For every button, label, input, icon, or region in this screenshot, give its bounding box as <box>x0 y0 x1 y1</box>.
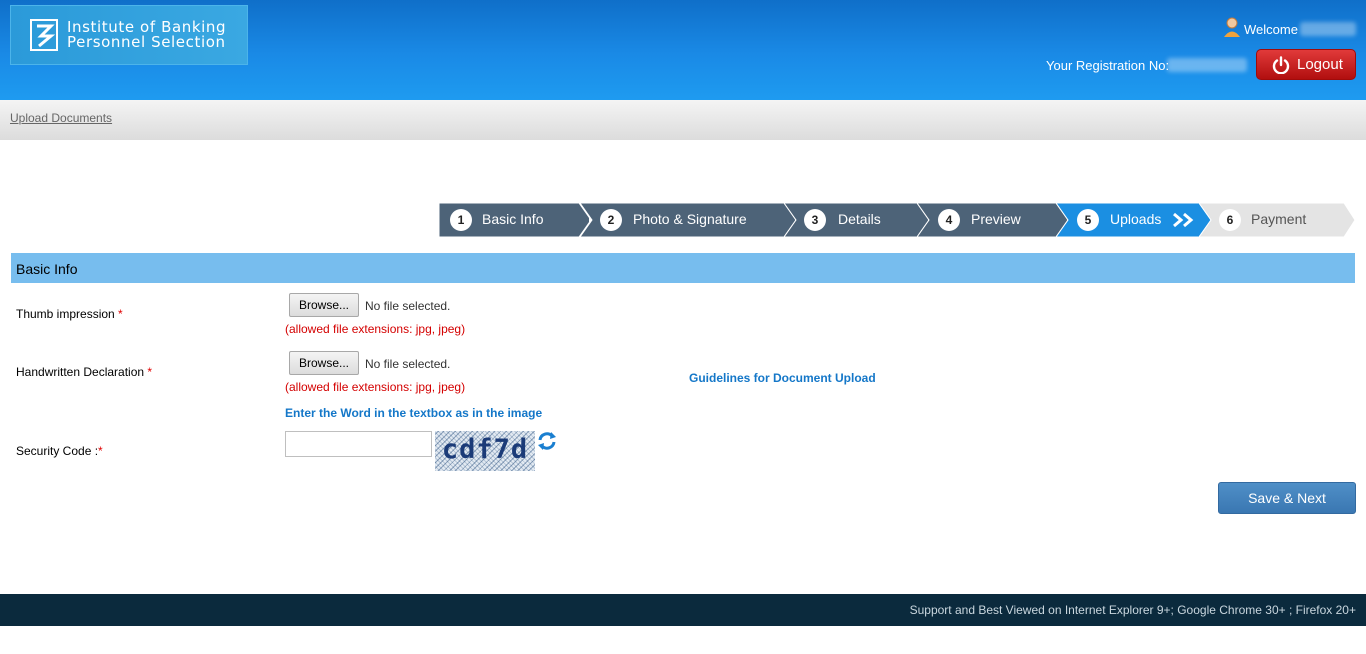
required-mark: * <box>118 307 123 321</box>
security-code-label: Security Code :* <box>16 444 103 458</box>
progress-stepper: 1 Basic Info 2 Photo & Signature 3 Detai… <box>439 203 1356 237</box>
step-label: Preview <box>971 211 1021 227</box>
logo-text-line2: Personnel Selection <box>67 33 226 51</box>
step-number: 6 <box>1219 209 1241 231</box>
step-preview[interactable]: 4 Preview <box>917 203 1067 237</box>
section-title: Basic Info <box>16 261 78 277</box>
welcome-label: Welcome <box>1244 22 1298 37</box>
captcha-text: cdf7d <box>441 434 529 465</box>
footer-browser-note: Support and Best Viewed on Internet Expl… <box>909 603 1356 617</box>
thumb-impression-label: Thumb impression * <box>16 307 123 321</box>
step-basic-info[interactable]: 1 Basic Info <box>439 203 589 237</box>
captcha-image: cdf7d <box>435 431 535 471</box>
ibps-emblem-icon <box>30 19 58 51</box>
breadcrumb-bar <box>0 100 1366 140</box>
guidelines-link[interactable]: Guidelines for Document Upload <box>689 371 876 385</box>
captcha-instruction: Enter the Word in the textbox as in the … <box>285 406 543 420</box>
step-label: Details <box>838 211 881 227</box>
step-number: 2 <box>600 209 622 231</box>
refresh-captcha-icon[interactable] <box>537 431 557 451</box>
registration-number-redacted <box>1167 58 1247 72</box>
thumb-browse-button[interactable]: Browse... <box>289 293 359 317</box>
declaration-file-status: No file selected. <box>365 357 451 371</box>
step-label: Photo & Signature <box>633 211 747 227</box>
declaration-browse-button[interactable]: Browse... <box>289 351 359 375</box>
step-label: Uploads <box>1110 211 1162 227</box>
user-name-redacted <box>1300 22 1356 36</box>
save-next-button[interactable]: Save & Next <box>1218 482 1356 514</box>
logout-button[interactable]: Logout <box>1256 49 1356 80</box>
user-icon <box>1224 17 1240 37</box>
step-payment[interactable]: 6 Payment <box>1199 203 1356 237</box>
thumb-label-text: Thumb impression <box>16 307 115 321</box>
step-number: 5 <box>1077 209 1099 231</box>
step-number: 1 <box>450 209 472 231</box>
declaration-label: Handwritten Declaration * <box>16 365 152 379</box>
step-photo-signature[interactable]: 2 Photo & Signature <box>580 203 795 237</box>
power-icon <box>1272 56 1290 74</box>
required-mark: * <box>98 444 103 458</box>
step-label: Payment <box>1251 211 1307 227</box>
double-chevron-right-icon <box>1173 212 1194 228</box>
registration-label: Your Registration No: <box>1046 58 1170 73</box>
declaration-label-text: Handwritten Declaration <box>16 365 145 379</box>
required-mark: * <box>147 365 153 379</box>
step-details[interactable]: 3 Details <box>784 203 928 237</box>
ibps-logo: Institute of Banking Personnel Selection <box>10 5 248 65</box>
thumb-extensions-note: (allowed file extensions: jpg, jpeg) <box>285 322 466 336</box>
step-number: 4 <box>938 209 960 231</box>
step-number: 3 <box>804 209 826 231</box>
breadcrumb-upload-documents[interactable]: Upload Documents <box>10 111 112 125</box>
logout-label: Logout <box>1297 56 1343 73</box>
section-header <box>11 253 1355 283</box>
site-header: Institute of Banking Personnel Selection… <box>0 0 1366 100</box>
site-footer: Support and Best Viewed on Internet Expl… <box>0 594 1366 626</box>
security-code-label-text: Security Code : <box>16 444 99 458</box>
thumb-file-status: No file selected. <box>365 299 451 313</box>
declaration-extensions-note: (allowed file extensions: jpg, jpeg) <box>285 380 466 394</box>
step-uploads[interactable]: 5 Uploads <box>1056 203 1211 237</box>
logo-text: Institute of Banking Personnel Selection <box>67 20 226 50</box>
step-label: Basic Info <box>482 211 544 227</box>
security-code-input[interactable] <box>285 431 432 457</box>
